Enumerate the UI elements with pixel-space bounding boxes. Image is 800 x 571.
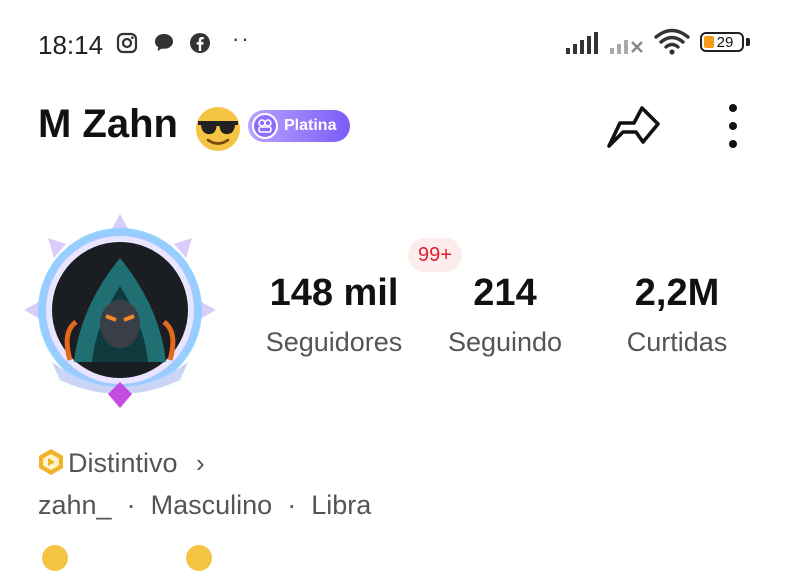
meta-separator: ·	[126, 490, 136, 520]
more-notifications-indicator: ··	[232, 26, 251, 51]
battery-tip	[746, 38, 750, 46]
battery-level	[704, 36, 714, 48]
notification-badge[interactable]: 99+	[408, 238, 462, 272]
sunglasses-emoji-icon	[196, 107, 240, 151]
share-icon[interactable]	[604, 102, 662, 154]
gender: Masculino	[150, 490, 273, 520]
battery-percentage: 29	[716, 33, 734, 51]
partial-badge-icon	[186, 545, 212, 571]
stat-following[interactable]: 214 Seguindo	[425, 272, 585, 358]
followers-label: Seguidores	[265, 327, 403, 357]
following-label: Seguindo	[447, 327, 563, 357]
signal-off-icon	[610, 40, 643, 54]
followers-count: 148 mil	[269, 272, 399, 314]
avatar[interactable]	[22, 212, 218, 412]
following-count: 214	[473, 272, 537, 314]
chevron-right-icon: ›	[196, 448, 205, 478]
platina-badge[interactable]: Platina	[248, 110, 350, 142]
profile-meta: zahn_ · Masculino · Libra	[38, 490, 371, 521]
platina-badge-icon	[252, 113, 278, 139]
stat-likes[interactable]: 2,2M Curtidas	[597, 272, 757, 358]
likes-label: Curtidas	[626, 327, 728, 357]
badge-icon	[39, 449, 63, 475]
distintivo-link[interactable]: Distintivo	[68, 448, 178, 479]
meta-separator: ·	[287, 490, 297, 520]
stat-followers[interactable]: 148 mil Seguidores	[234, 272, 434, 358]
facebook-icon	[190, 33, 210, 53]
profile-name: M Zahn	[38, 102, 178, 146]
status-time: 18:14	[38, 30, 104, 60]
wifi-icon	[654, 28, 690, 55]
zodiac-sign: Libra	[311, 490, 372, 520]
platina-badge-label: Platina	[284, 117, 337, 134]
likes-count: 2,2M	[634, 272, 720, 314]
more-options-icon[interactable]	[722, 102, 744, 150]
username: zahn_	[38, 490, 112, 520]
battery-icon: 29	[700, 32, 744, 52]
instagram-icon	[116, 32, 138, 54]
chat-bubble-icon	[155, 34, 173, 51]
partial-badge-icon	[42, 545, 68, 571]
signal-icon	[566, 32, 598, 54]
